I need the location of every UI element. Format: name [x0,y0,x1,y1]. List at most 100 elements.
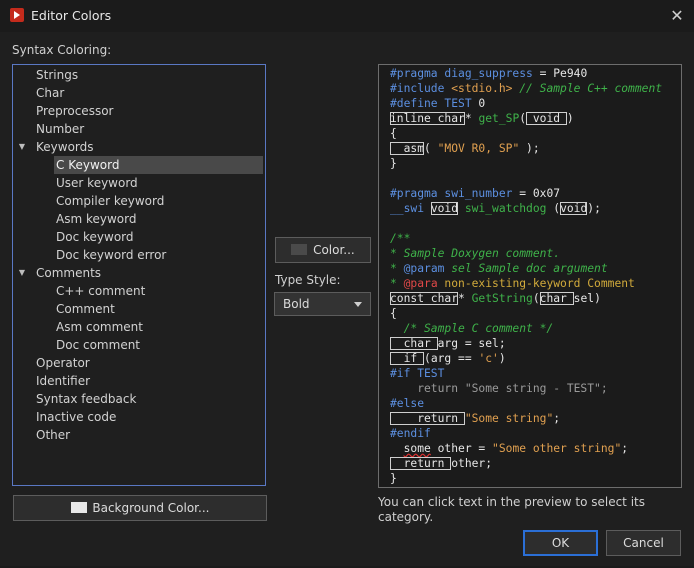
tree-item-c-keyword[interactable]: C Keyword [54,156,263,174]
cancel-button[interactable]: Cancel [606,530,681,556]
code-token[interactable]: some [404,442,431,455]
code-token[interactable]: if [390,352,425,365]
type-style-select[interactable]: Bold [274,292,371,316]
code-token[interactable]: ; [553,412,560,425]
code-token[interactable]: ) [567,112,574,125]
code-token[interactable]: } [390,157,397,170]
code-token[interactable]: = 0x07 [519,187,560,200]
tree-item-strings[interactable]: Strings [34,66,78,84]
tree-item-comments[interactable]: Comments [34,264,101,282]
tree-item-compiler-keyword[interactable]: Compiler keyword [54,192,164,210]
code-token[interactable]: { [390,307,397,320]
code-token[interactable]: = [540,67,554,80]
code-token[interactable]: 'c' [478,352,498,365]
code-token[interactable] [390,442,404,455]
syntax-category-tree[interactable]: Strings Char Preprocessor Number Keywords ▼ C … [12,64,266,486]
code-token[interactable]: asm [390,142,425,155]
color-button[interactable]: Color... [275,237,371,263]
code-token[interactable]: ; [621,442,628,455]
tree-item-user-keyword[interactable]: User keyword [54,174,138,192]
code-token[interactable]: @param [404,262,445,275]
close-icon[interactable]: ✕ [664,4,690,28]
code-token[interactable]: * [458,292,472,305]
code-token[interactable]: sel) [574,292,601,305]
code-token[interactable]: GetString [472,292,533,305]
tree-item-number[interactable]: Number [34,120,84,138]
tree-item-doc-keyword-error[interactable]: Doc keyword error [54,246,166,264]
tree-item-char[interactable]: Char [34,84,64,102]
background-color-button[interactable]: Background Color... [13,495,267,521]
code-token[interactable]: ) [499,352,506,365]
tree-item-keywords[interactable]: Keywords [34,138,94,156]
code-token[interactable]: void [526,112,567,125]
code-token[interactable]: get_SP [478,112,519,125]
tree-item-identifier[interactable]: Identifier [34,372,90,390]
code-line[interactable]: } [390,471,397,486]
tree-item-asm-comment[interactable]: Asm comment [54,318,143,336]
code-token[interactable]: /* Sample C comment */ [390,322,554,335]
code-token[interactable]: } [390,472,397,485]
code-token[interactable]: other; [451,457,492,470]
code-line[interactable]: #endif [390,426,431,441]
code-token[interactable]: "Some string" [465,412,553,425]
code-token[interactable]: #else [390,397,424,410]
code-token[interactable]: "Some other string" [492,442,621,455]
code-token[interactable]: 0 [478,97,485,110]
code-line[interactable]: if (arg == 'c') [390,351,506,366]
code-token[interactable]: // Sample C++ comment [512,82,662,95]
code-line[interactable]: #define TEST 0 [390,96,485,111]
code-token[interactable]: #define TEST [390,97,478,110]
code-token[interactable]: __swi [390,202,431,215]
code-token[interactable]: * [390,277,404,290]
code-token[interactable]: #if TEST [390,367,444,380]
code-token[interactable]: ( [424,142,438,155]
code-line[interactable]: { [390,126,397,141]
code-line[interactable]: return other; [390,456,492,471]
caret-down-icon[interactable]: ▼ [17,264,27,282]
code-token[interactable]: * Sample Doxygen comment. [390,247,560,260]
code-token[interactable]: return [390,412,465,425]
code-line[interactable]: inline char* get_SP( void ) [390,111,574,126]
code-token[interactable]: "MOV R0, SP" [438,142,520,155]
code-token[interactable]: const char [390,292,459,305]
code-line[interactable]: #if TEST [390,366,444,381]
code-preview[interactable]: #pragma diag_suppress = Pe940 #include <s… [378,64,682,488]
code-token[interactable]: <stdio.h> [451,82,512,95]
tree-item-preprocessor[interactable]: Preprocessor [34,102,113,120]
code-line[interactable]: asm( "MOV R0, SP" ); [390,141,540,156]
code-line[interactable]: #else [390,396,424,411]
tree-item-doc-comment[interactable]: Doc comment [54,336,140,354]
code-token[interactable]: (arg == [424,352,478,365]
code-token[interactable]: other = [431,442,492,455]
code-token[interactable]: ); [519,142,540,155]
tree-item-asm-keyword[interactable]: Asm keyword [54,210,136,228]
code-line[interactable]: #pragma diag_suppress = Pe940 [390,66,587,81]
code-line[interactable]: some other = "Some other string"; [390,441,628,456]
tree-item-other[interactable]: Other [34,426,70,444]
code-token[interactable]: inline char [390,112,465,125]
tree-item-comment[interactable]: Comment [54,300,115,318]
code-line[interactable]: const char* GetString(char sel) [390,291,601,306]
code-line[interactable]: { [390,306,397,321]
code-line[interactable]: * @param sel Sample doc argument [390,261,608,276]
code-token[interactable]: sel Sample doc argument [444,262,607,275]
code-line[interactable]: return "Some string"; [390,411,560,426]
code-token[interactable]: #endif [390,427,431,440]
code-token[interactable]: * [390,262,404,275]
code-token[interactable]: #pragma swi_number [390,187,519,200]
code-token[interactable]: char [539,292,574,305]
code-line[interactable]: __swi void swi_watchdog (void); [390,201,601,216]
code-line[interactable]: /** [390,231,410,246]
code-line[interactable]: #include <stdio.h> // Sample C++ comment [390,81,662,96]
code-line[interactable]: * @para non-existing-keyword Comment [390,276,635,291]
code-token[interactable]: Pe940 [553,67,587,80]
ok-button[interactable]: OK [523,530,598,556]
code-token[interactable]: arg = sel; [438,337,506,350]
code-token[interactable]: @para [404,277,438,290]
code-token[interactable]: ( [533,292,540,305]
code-line[interactable]: char arg = sel; [390,336,506,351]
tree-item-syntax-feedback[interactable]: Syntax feedback [34,390,136,408]
code-token[interactable]: swi_watchdog [458,202,553,215]
code-line[interactable]: * Sample Doxygen comment. [390,246,560,261]
code-line[interactable]: /* Sample C comment */ [390,321,554,336]
